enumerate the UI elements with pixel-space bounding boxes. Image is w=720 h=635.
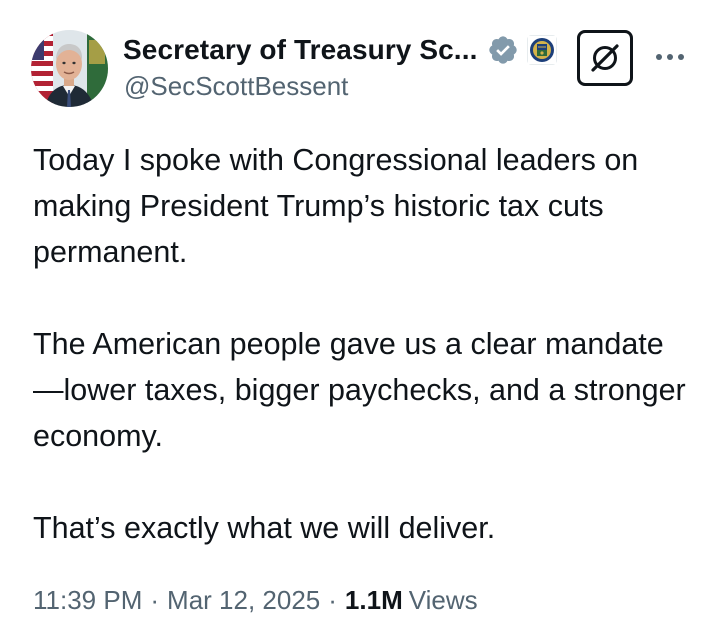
tweet-paragraph: The American people gave us a clear mand… (33, 327, 686, 453)
treasury-seal-icon[interactable] (527, 35, 558, 65)
avatar-image (31, 30, 108, 107)
author-handle[interactable]: @SecScottBessent (124, 71, 348, 102)
tweet-text: Today I spoke with Congressional leaders… (33, 137, 693, 551)
verified-badge-icon[interactable] (487, 34, 519, 66)
tweet-paragraph: Today I spoke with Congressional leaders… (33, 143, 639, 269)
views-count: 1.1M (344, 584, 403, 615)
meta-separator: · (150, 584, 160, 615)
tweet-date[interactable]: Mar 12, 2025 (167, 585, 320, 616)
views-label: Views (408, 584, 478, 615)
tweet-meta: 11:39 PM · Mar 12, 2025 · 1.1M Views (33, 580, 478, 620)
author-name-row: Secretary of Treasury Sc... (123, 32, 558, 68)
tweet-time[interactable]: 11:39 PM (33, 585, 142, 616)
grok-button[interactable] (577, 30, 633, 86)
more-options-button[interactable] (652, 42, 688, 72)
meta-separator: · (328, 584, 337, 615)
author-avatar[interactable] (31, 30, 108, 107)
tweet: Secretary of Treasury Sc... @SecScottBes… (0, 0, 720, 635)
grok-icon (591, 44, 619, 72)
more-options-icon (656, 54, 684, 60)
tweet-paragraph: That’s exactly what we will deliver. (33, 511, 496, 545)
author-display-name[interactable]: Secretary of Treasury Sc... (123, 34, 477, 66)
